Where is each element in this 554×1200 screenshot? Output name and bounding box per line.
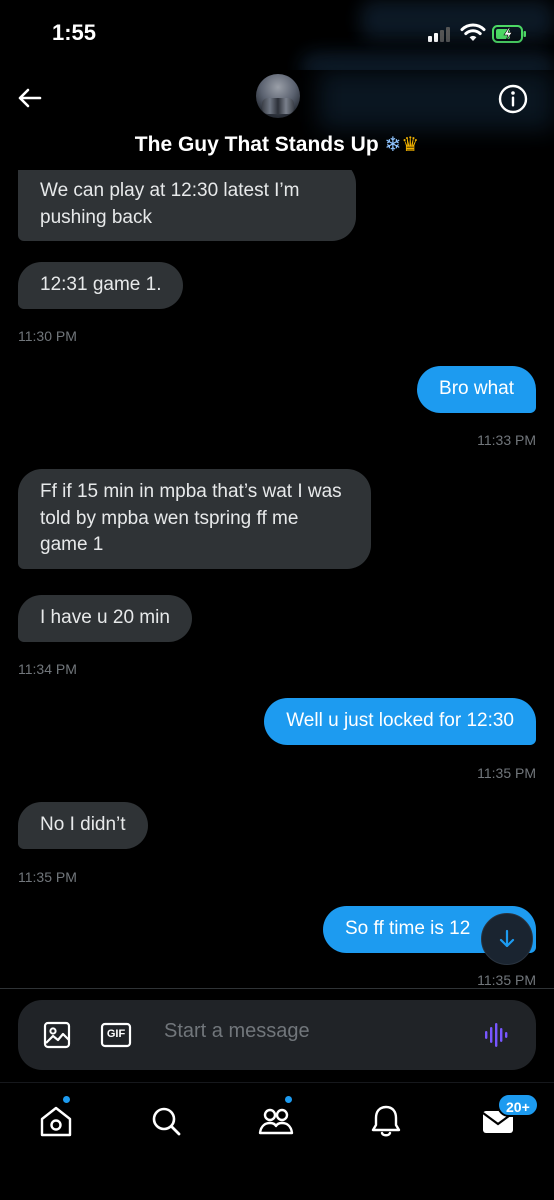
status-bar: 1:55 bbox=[0, 0, 554, 82]
message-bubble-outgoing[interactable]: Bro what bbox=[417, 366, 536, 413]
title-emojis: ❄♛ bbox=[385, 132, 420, 156]
cellular-signal-icon bbox=[428, 26, 454, 42]
message-timestamp: 11:35 PM bbox=[477, 972, 536, 988]
snowflake-icon: ❄ bbox=[384, 132, 402, 156]
communities-notification-dot bbox=[284, 1095, 293, 1104]
messages-count-badge: 20+ bbox=[497, 1093, 539, 1117]
message-bubble-incoming[interactable]: Ff if 15 min in mpba that’s wat I was to… bbox=[18, 469, 371, 569]
home-notification-dot bbox=[62, 1095, 71, 1104]
wifi-icon bbox=[460, 23, 486, 41]
battery-charging-icon bbox=[492, 25, 526, 43]
gif-label: GIF bbox=[106, 1028, 126, 1040]
message-timestamp: 11:34 PM bbox=[18, 661, 77, 677]
image-icon[interactable] bbox=[42, 1020, 72, 1050]
composer-divider bbox=[0, 988, 554, 989]
info-button[interactable] bbox=[496, 82, 530, 116]
voice-message-icon[interactable] bbox=[482, 1020, 512, 1050]
conversation-header: The Guy That Stands Up ❄♛ bbox=[0, 70, 554, 170]
notifications-icon[interactable] bbox=[366, 1101, 406, 1141]
bottom-navigation bbox=[0, 1082, 554, 1200]
scroll-to-bottom-button[interactable] bbox=[481, 913, 533, 965]
communities-icon[interactable] bbox=[256, 1101, 296, 1141]
search-icon[interactable] bbox=[146, 1101, 186, 1141]
home-icon[interactable] bbox=[36, 1101, 76, 1141]
dm-conversation-screen: 1:55 The Guy That Stands Up ❄♛ We can pl… bbox=[0, 0, 554, 1200]
gif-button[interactable]: GIF bbox=[100, 1020, 132, 1050]
message-timestamp: 11:30 PM bbox=[18, 328, 77, 344]
message-bubble-incoming[interactable]: We can play at 12:30 latest I’m pushing … bbox=[18, 160, 356, 242]
avatar[interactable] bbox=[256, 74, 300, 118]
status-time: 1:55 bbox=[52, 20, 97, 45]
message-timestamp: 11:33 PM bbox=[477, 432, 536, 448]
conversation-title-text: The Guy That Stands Up bbox=[134, 133, 379, 156]
message-bubble-outgoing[interactable]: Well u just locked for 12:30 bbox=[264, 698, 536, 745]
message-timestamp: 11:35 PM bbox=[18, 869, 77, 885]
message-bubble-incoming[interactable]: I have u 20 min bbox=[18, 595, 192, 642]
message-input[interactable] bbox=[164, 1020, 464, 1043]
arrow-down-icon bbox=[499, 929, 515, 948]
conversation-title[interactable]: The Guy That Stands Up ❄♛ bbox=[0, 132, 554, 157]
message-timestamp: 11:35 PM bbox=[477, 765, 536, 781]
crown-icon: ♛ bbox=[401, 132, 420, 156]
message-composer: GIF bbox=[18, 1000, 536, 1070]
message-bubble-incoming[interactable]: 12:31 game 1. bbox=[18, 262, 184, 309]
back-button[interactable] bbox=[12, 80, 48, 116]
message-bubble-incoming[interactable]: No I didn’t bbox=[18, 802, 148, 849]
